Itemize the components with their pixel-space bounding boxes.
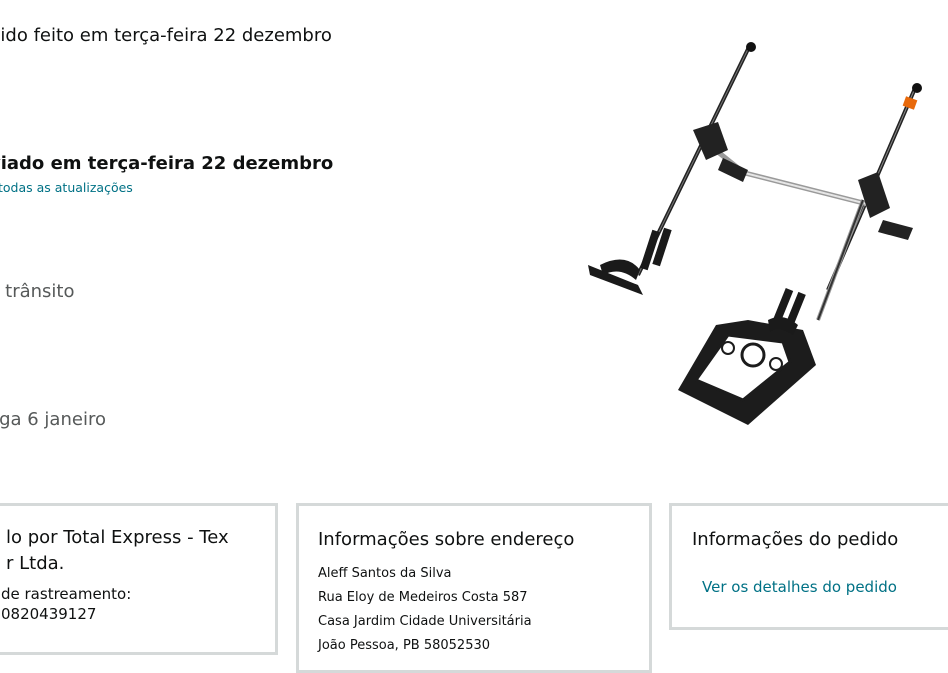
order-details-link[interactable]: Ver os detalhes do pedido bbox=[702, 578, 897, 596]
product-image[interactable] bbox=[578, 30, 948, 450]
status-in-transit: n trânsito bbox=[0, 281, 75, 302]
order-card-title: Informações do pedido bbox=[692, 529, 899, 550]
status-delivery: rega 6 janeiro bbox=[0, 409, 106, 430]
car-seat-adapter-image bbox=[588, 42, 922, 425]
shipping-info-card: lo por Total Express - Tex r Ltda. de ra… bbox=[0, 503, 278, 655]
address-street: Rua Eloy de Medeiros Costa 587 bbox=[318, 590, 528, 605]
address-info-card: Informações sobre endereço Aleff Santos … bbox=[296, 503, 652, 673]
address-card-title: Informações sobre endereço bbox=[318, 529, 575, 550]
address-name: Aleff Santos da Silva bbox=[318, 566, 452, 581]
carrier-title-line1: lo por Total Express - Tex bbox=[6, 527, 229, 548]
status-shipped: viado em terça-feira 22 dezembro bbox=[0, 153, 334, 174]
address-city: João Pessoa, PB 58052530 bbox=[318, 638, 491, 653]
carrier-title-line2: r Ltda. bbox=[6, 553, 65, 574]
status-ordered: dido feito em terça-feira 22 dezembro bbox=[0, 25, 332, 46]
address-district: Casa Jardim Cidade Universitária bbox=[318, 614, 532, 629]
tracking-number: 0820439127 bbox=[1, 605, 97, 623]
tracking-label: de rastreamento: bbox=[1, 585, 132, 603]
see-all-updates-link[interactable]: todas as atualizações bbox=[0, 180, 133, 195]
order-info-card: Informações do pedido Ver os detalhes do… bbox=[669, 503, 948, 630]
